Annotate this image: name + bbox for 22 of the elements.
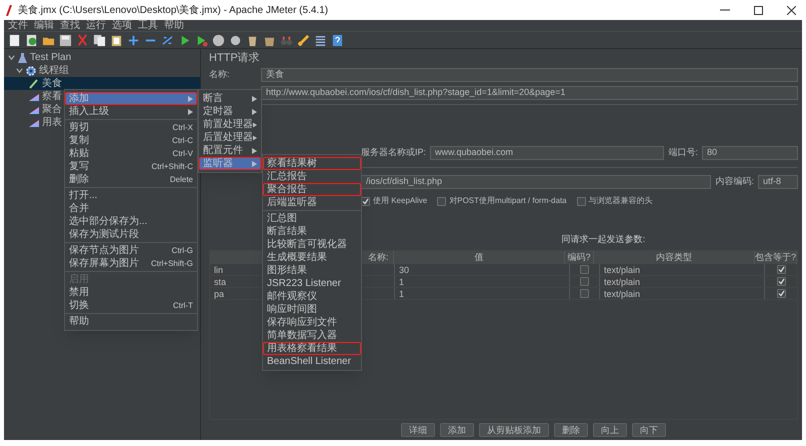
- field-label: 端口号:: [668, 146, 698, 160]
- params-title: 同请求一起发送参数:: [562, 233, 646, 246]
- tree-label: 聚合: [42, 104, 62, 116]
- tree-label: 美食: [42, 78, 62, 90]
- field-label: 服务器名称或IP:: [361, 146, 426, 160]
- checkbox-label: 使用 KeepAlive: [373, 195, 428, 207]
- table-cell: 1: [395, 288, 570, 298]
- checkbox-label: 与浏览器兼容的头: [588, 195, 653, 207]
- tree-label: Test Plan: [30, 52, 72, 64]
- window-title: 美食.jmx (C:\Users\Lenovo\Desktop\美食.jmx) - Apache JMeter (5.4.1): [18, 4, 328, 18]
- table-cell: 1: [395, 276, 570, 286]
- table-cell: 30: [395, 264, 570, 274]
- tree-label: 用表: [42, 116, 62, 128]
- tree-label: 察看: [42, 90, 62, 102]
- field-label: 名称:: [209, 68, 231, 82]
- checkbox-label: 对POST使用multipart / form-data: [449, 195, 567, 207]
- field-label: 内容编码:: [715, 175, 754, 188]
- table-cell: text/plain: [600, 288, 765, 298]
- table-cell: text/plain: [600, 264, 765, 274]
- table-cell: text/plain: [600, 276, 765, 286]
- tree-label: 线程组: [39, 64, 69, 76]
- panel-title: HTTP请求: [209, 52, 261, 65]
